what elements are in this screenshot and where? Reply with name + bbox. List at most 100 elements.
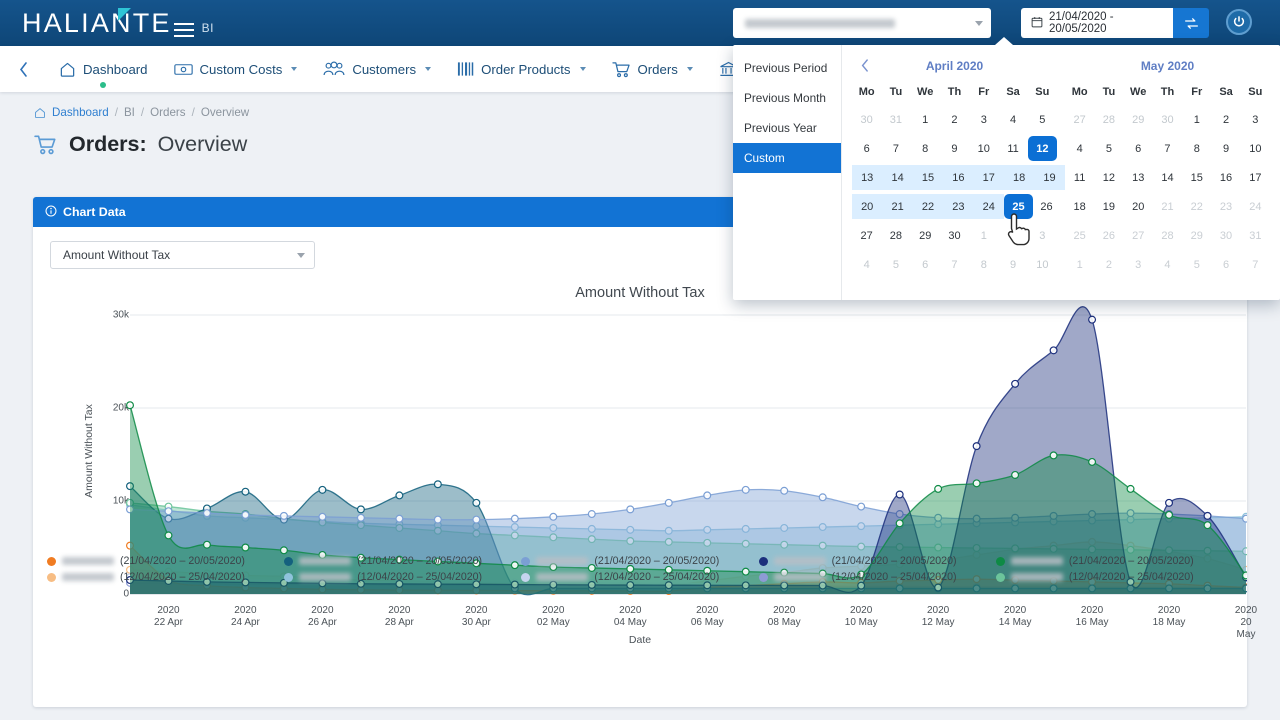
legend-item[interactable]: (21/04/2020 – 20/05/2020) [758, 553, 996, 569]
calendar-day[interactable]: 24 [973, 192, 1004, 221]
breadcrumb-item-dashboard[interactable]: Dashboard [52, 106, 109, 119]
calendar-day[interactable]: 27 [852, 221, 881, 250]
calendar-day[interactable]: 3 [1241, 105, 1270, 134]
calendar-day[interactable]: 28 [881, 221, 910, 250]
prev-month-button[interactable] [856, 56, 874, 74]
calendar-day[interactable]: 14 [1153, 163, 1182, 192]
x-axis-tick: 2020 18 May [1152, 605, 1186, 628]
calendar-day[interactable]: 1 [969, 221, 998, 250]
calendar-day[interactable]: 21 [882, 192, 913, 221]
calendar-day[interactable]: 9 [940, 134, 969, 163]
calendar-day[interactable]: 28 [1094, 105, 1123, 134]
calendar-day[interactable]: 13 [852, 163, 883, 192]
calendar-day[interactable]: 15 [912, 163, 944, 192]
calendar-day[interactable]: 17 [973, 163, 1004, 192]
breadcrumb-item-orders[interactable]: Orders [150, 106, 185, 119]
calendar-day[interactable]: 20 [1124, 192, 1153, 221]
legend-item[interactable]: (12/04/2020 – 25/04/2020) [995, 569, 1233, 585]
calendar-day-number: 3 [1135, 258, 1142, 271]
calendar-day[interactable]: 19 [1094, 192, 1123, 221]
date-preset-custom[interactable]: Custom [733, 143, 841, 173]
calendar-day[interactable]: 6 [852, 134, 881, 163]
calendar-day[interactable]: 6 [911, 250, 940, 279]
date-preset-previous-period[interactable]: Previous Period [733, 53, 841, 83]
calendar-day[interactable]: 27 [1065, 105, 1094, 134]
calendar-day[interactable]: 2 [940, 105, 969, 134]
calendar-day[interactable]: 16 [943, 163, 974, 192]
calendar-day[interactable]: 31 [881, 105, 910, 134]
nav-item-order-products[interactable]: Order Products [444, 46, 598, 92]
calendar-day[interactable]: 3 [969, 105, 998, 134]
legend-item[interactable]: (21/04/2020 – 20/05/2020) [521, 553, 758, 569]
calendar-day[interactable]: 12 [1094, 163, 1123, 192]
legend-item[interactable]: (12/04/2020 – 25/04/2020) [284, 569, 521, 585]
calendar-day[interactable]: 22 [912, 192, 944, 221]
calendar-day[interactable]: 29 [911, 221, 940, 250]
calendar-day[interactable]: 9 [1211, 134, 1240, 163]
calendar-day[interactable]: 8 [911, 134, 940, 163]
legend-group: (21/04/2020 – 20/05/2020) (12/04/2020 – 2… [521, 553, 758, 585]
calendar-day[interactable]: 5 [881, 250, 910, 279]
calendar-day[interactable]: 5 [1028, 105, 1057, 134]
legend-item[interactable]: (12/04/2020 – 25/04/2020) [758, 569, 996, 585]
calendar-day[interactable]: 26 [1033, 192, 1060, 221]
date-preset-previous-year[interactable]: Previous Year [733, 113, 841, 143]
calendar-day[interactable]: 23 [943, 192, 974, 221]
calendar-day[interactable]: 20 [852, 192, 883, 221]
metric-select[interactable]: Amount Without Tax [50, 241, 315, 269]
legend-item[interactable]: (12/04/2020 – 25/04/2020) [47, 569, 284, 585]
calendar-day[interactable]: 10 [1241, 134, 1270, 163]
calendar-day[interactable]: 6 [1124, 134, 1153, 163]
nav-item-custom-costs[interactable]: Custom Costs [161, 46, 311, 92]
calendar-day[interactable]: 15 [1182, 163, 1211, 192]
calendar-day[interactable]: 16 [1211, 163, 1240, 192]
calendar-day[interactable]: 19 [1034, 163, 1065, 192]
calendar-day[interactable]: 2 [1211, 105, 1240, 134]
calendar-day[interactable]: 11 [1065, 163, 1094, 192]
calendar-day[interactable]: 18 [1065, 192, 1094, 221]
date-range-input[interactable]: 21/04/2020 - 20/05/2020 [1021, 8, 1173, 38]
nav-item-orders[interactable]: Orders [599, 46, 706, 92]
calendar-day[interactable]: 7 [940, 250, 969, 279]
legend-date-range: (12/04/2020 – 25/04/2020) [357, 571, 483, 583]
breadcrumb-item-bi[interactable]: BI [124, 106, 135, 119]
calendar-day[interactable]: 1 [911, 105, 940, 134]
legend-item[interactable]: (21/04/2020 – 20/05/2020) [284, 553, 521, 569]
brand-logo[interactable]: HALIANTE BI [22, 7, 214, 37]
calendar-day[interactable]: 4 [1065, 134, 1094, 163]
calendar-day[interactable]: 7 [1153, 134, 1182, 163]
calendar-day[interactable]: 17 [1241, 163, 1270, 192]
calendar-day[interactable]: 13 [1124, 163, 1153, 192]
legend-item[interactable]: (21/04/2020 – 20/05/2020) [995, 553, 1233, 569]
nav-item-customers[interactable]: Customers [310, 46, 444, 92]
calendar-day[interactable]: 7 [881, 134, 910, 163]
calendar-day[interactable]: 30 [1153, 105, 1182, 134]
data-point [510, 514, 519, 523]
legend-date-range: (12/04/2020 – 25/04/2020) [594, 571, 720, 583]
calendar-day[interactable]: 1 [1182, 105, 1211, 134]
shop-selector[interactable] [733, 8, 991, 38]
calendar-day[interactable]: 8 [969, 250, 998, 279]
legend-item[interactable]: (21/04/2020 – 20/05/2020) [47, 553, 284, 569]
date-preset-previous-month[interactable]: Previous Month [733, 83, 841, 113]
calendar-day[interactable]: 10 [969, 134, 998, 163]
calendar-day[interactable]: 4 [998, 105, 1027, 134]
calendar-day[interactable]: 29 [1124, 105, 1153, 134]
calendar-day-number: 28 [889, 229, 903, 242]
nav-item-dashboard[interactable]: Dashboard [46, 46, 161, 92]
calendar-day[interactable]: 11 [998, 134, 1027, 163]
logout-button[interactable] [1226, 9, 1252, 35]
calendar-day[interactable]: 30 [852, 105, 881, 134]
calendar-day[interactable]: 30 [940, 221, 969, 250]
calendar-day[interactable]: 18 [1003, 163, 1035, 192]
calendar-day[interactable]: 12 [1027, 134, 1057, 163]
calendar-day[interactable]: 8 [1182, 134, 1211, 163]
legend-item[interactable]: (12/04/2020 – 25/04/2020) [521, 569, 758, 585]
calendar-day[interactable]: 5 [1094, 134, 1123, 163]
swap-dates-button[interactable] [1173, 8, 1209, 38]
data-point [857, 502, 866, 511]
calendar-day: 31 [1241, 221, 1270, 250]
calendar-day[interactable]: 4 [852, 250, 881, 279]
nav-scroll-left-button[interactable] [0, 46, 46, 92]
calendar-day[interactable]: 14 [882, 163, 913, 192]
